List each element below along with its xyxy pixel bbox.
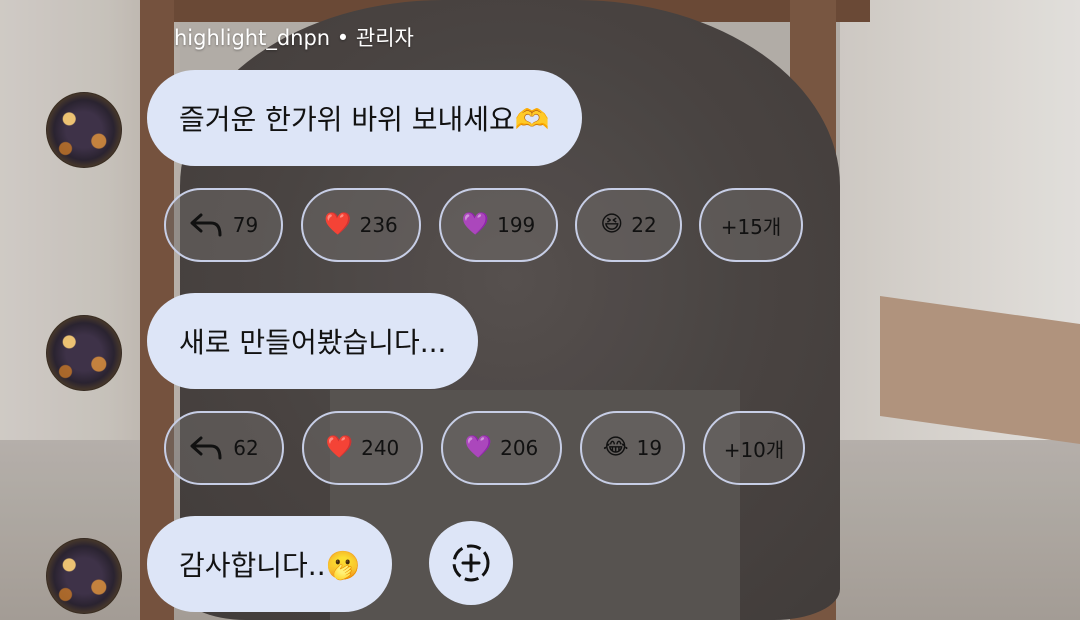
reply-arrow-icon bbox=[190, 436, 222, 460]
grinning-squinting-face-icon: 😆 bbox=[600, 212, 624, 237]
reaction-chip-purple-heart[interactable]: 💜 206 bbox=[441, 411, 562, 485]
reaction-chip-laughing[interactable]: 😆 22 bbox=[575, 188, 682, 262]
reaction-chip-red-heart[interactable]: ❤️ 240 bbox=[302, 411, 423, 485]
message-bubble[interactable]: 새로 만들어봤습니다... bbox=[147, 293, 479, 389]
reply-count: 62 bbox=[233, 436, 259, 460]
reaction-chip-tears-of-joy[interactable]: 😂 19 bbox=[580, 411, 685, 485]
reply-count-chip[interactable]: 62 bbox=[164, 411, 284, 485]
message-bubble[interactable]: 즐거운 한가위 바위 보내세요🫶 bbox=[147, 70, 582, 166]
more-reactions-label: +10개 bbox=[723, 437, 785, 462]
avatar[interactable] bbox=[46, 538, 122, 614]
message-bubble[interactable]: 감사합니다..🫢 bbox=[147, 516, 393, 612]
reaction-count: 199 bbox=[497, 213, 536, 237]
more-reactions-label: +15개 bbox=[720, 214, 782, 239]
reaction-count: 240 bbox=[361, 436, 400, 460]
message-text: 새로 만들어봤습니다... bbox=[179, 326, 447, 359]
author-username: highlight_dnpn bbox=[174, 26, 331, 50]
reaction-count: 206 bbox=[500, 436, 539, 460]
author-separator: • bbox=[336, 26, 350, 50]
reply-arrow-icon bbox=[190, 213, 222, 237]
reaction-count: 19 bbox=[636, 436, 663, 460]
avatar[interactable] bbox=[46, 92, 122, 168]
more-reactions-chip[interactable]: +10개 bbox=[703, 411, 805, 485]
red-heart-icon: ❤️ bbox=[324, 212, 352, 237]
add-reaction-button[interactable] bbox=[429, 521, 513, 605]
message-text: 감사합니다..🫢 bbox=[179, 549, 361, 582]
add-reaction-icon bbox=[452, 544, 490, 582]
red-heart-icon: ❤️ bbox=[325, 435, 354, 460]
purple-heart-icon: 💜 bbox=[464, 435, 493, 460]
reaction-count: 236 bbox=[359, 213, 398, 237]
message-author[interactable]: highlight_dnpn • 관리자 bbox=[174, 22, 414, 52]
reaction-count: 22 bbox=[631, 213, 657, 237]
reaction-chip-purple-heart[interactable]: 💜 199 bbox=[439, 188, 558, 262]
reply-count: 79 bbox=[232, 213, 259, 237]
tears-of-joy-face-icon: 😂 bbox=[602, 435, 629, 460]
message-text: 즐거운 한가위 바위 보내세요🫶 bbox=[179, 103, 550, 136]
avatar[interactable] bbox=[46, 315, 122, 391]
reaction-chip-red-heart[interactable]: ❤️ 236 bbox=[301, 188, 421, 262]
author-role: 관리자 bbox=[355, 26, 414, 50]
reply-count-chip[interactable]: 79 bbox=[164, 188, 283, 262]
more-reactions-chip[interactable]: +15개 bbox=[699, 188, 803, 262]
purple-heart-icon: 💜 bbox=[461, 212, 490, 237]
